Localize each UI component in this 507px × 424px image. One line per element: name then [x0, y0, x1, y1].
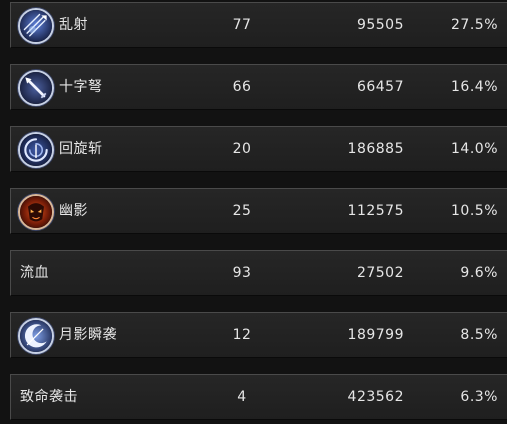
skill-row-3[interactable]: 回旋斩 20 186885 14.0%	[10, 126, 507, 172]
moon-strike-icon	[18, 318, 54, 354]
skill-row-1[interactable]: 乱射 77 95505 27.5%	[10, 2, 507, 48]
skill-damage: 189799	[347, 327, 404, 343]
skill-percent: 8.5%	[460, 327, 498, 343]
skill-damage: 95505	[356, 17, 404, 33]
arrow-volley-icon	[18, 8, 54, 44]
skill-hits: 77	[232, 17, 252, 33]
skill-damage: 112575	[347, 203, 404, 219]
skill-name: 幽影	[59, 203, 88, 219]
skill-row-4[interactable]: 幽影 25 112575 10.5%	[10, 188, 507, 234]
skill-percent: 14.0%	[451, 141, 498, 157]
skill-row-6[interactable]: 月影瞬袭 12 189799 8.5%	[10, 312, 507, 358]
skill-percent: 10.5%	[451, 203, 498, 219]
skill-damage: 186885	[347, 141, 404, 157]
skill-row-7[interactable]: 致命袭击 4 423562 6.3%	[10, 374, 507, 420]
skill-percent: 6.3%	[460, 389, 498, 405]
skill-name: 乱射	[59, 17, 88, 33]
shadow-demon-icon	[18, 194, 54, 230]
skill-damage-list: 乱射 77 95505 27.5% 十字弩 66 66457 16.4% 回旋斩…	[0, 0, 507, 424]
skill-name: 流血	[20, 265, 49, 281]
skill-name: 回旋斩	[59, 141, 103, 157]
skill-hits: 93	[232, 265, 252, 281]
spinning-slash-icon	[18, 132, 54, 168]
skill-hits: 12	[232, 327, 252, 343]
skill-hits: 4	[237, 389, 247, 405]
skill-damage: 423562	[347, 389, 404, 405]
skill-percent: 9.6%	[460, 265, 498, 281]
skill-hits: 20	[232, 141, 252, 157]
skill-row-5[interactable]: 流血 93 27502 9.6%	[10, 250, 507, 296]
skill-hits: 66	[232, 79, 252, 95]
skill-percent: 27.5%	[451, 17, 498, 33]
skill-damage: 66457	[356, 79, 404, 95]
skill-name: 月影瞬袭	[59, 327, 117, 343]
skill-name: 十字弩	[59, 79, 103, 95]
skill-name: 致命袭击	[20, 389, 78, 405]
skill-percent: 16.4%	[451, 79, 498, 95]
crossbow-bolt-icon	[18, 70, 54, 106]
skill-row-2[interactable]: 十字弩 66 66457 16.4%	[10, 64, 507, 110]
skill-hits: 25	[232, 203, 252, 219]
skill-damage: 27502	[356, 265, 404, 281]
